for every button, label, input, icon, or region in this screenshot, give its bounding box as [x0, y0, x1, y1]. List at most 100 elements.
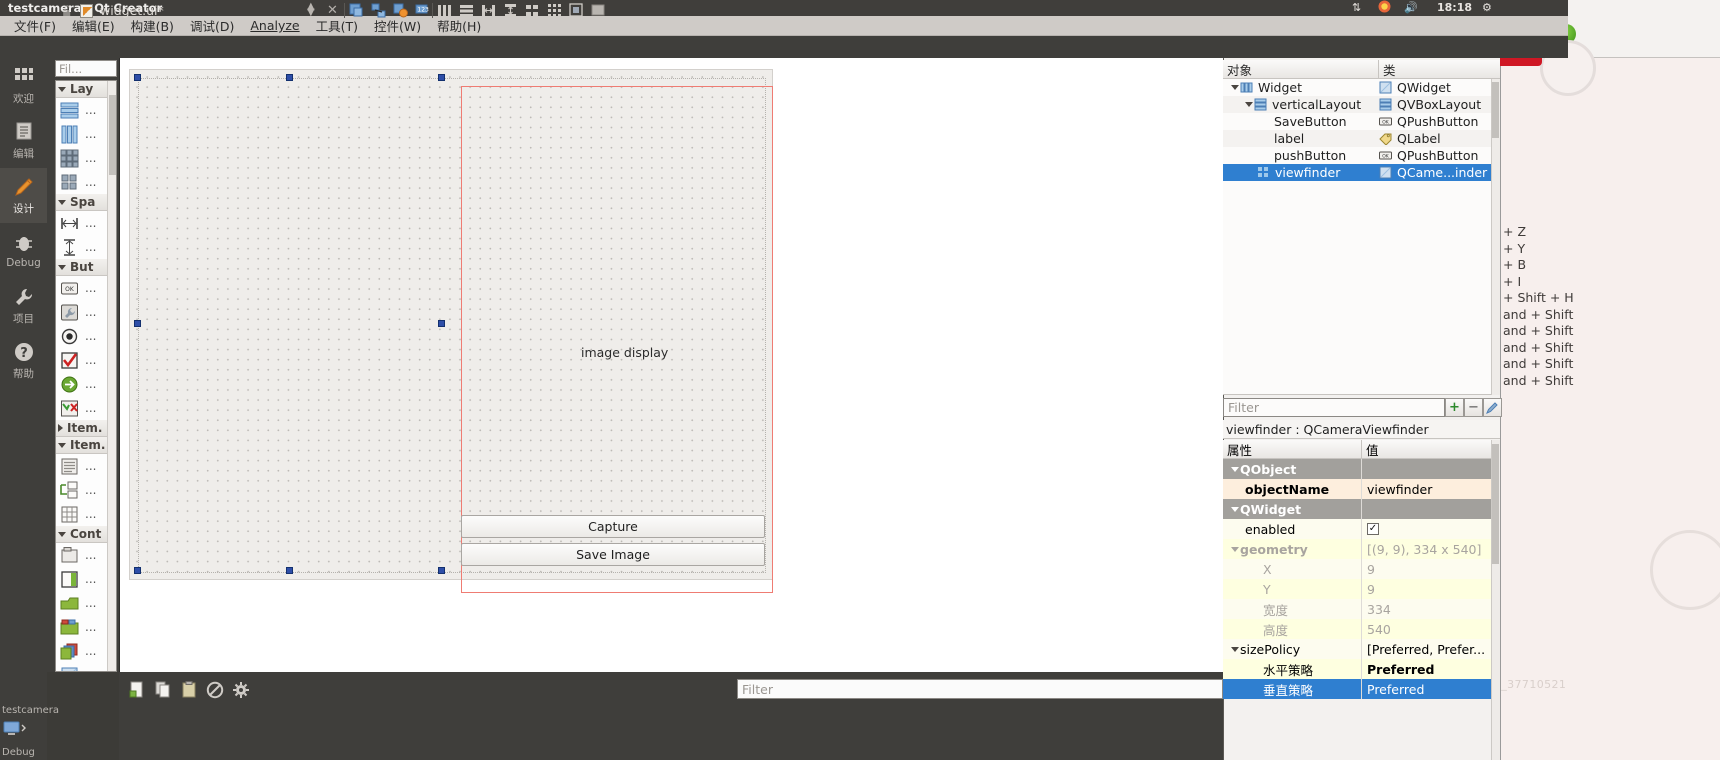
- unlock-icon[interactable]: [62, 5, 73, 17]
- resize-handle[interactable]: [286, 567, 293, 574]
- property-value[interactable]: Preferred: [1367, 682, 1424, 697]
- resize-handle[interactable]: [438, 74, 445, 81]
- property-group-qobject[interactable]: QObject: [1223, 459, 1500, 479]
- add-property-button[interactable]: +: [1445, 398, 1464, 417]
- chevron-down-icon[interactable]: [1229, 85, 1240, 90]
- chevron-down-icon[interactable]: [1229, 546, 1240, 552]
- property-row-sizepolicy[interactable]: sizePolicy [Preferred, Prefer...: [1223, 639, 1500, 659]
- mode-projects[interactable]: 项目: [0, 278, 47, 333]
- menu-edit[interactable]: 编辑(E): [64, 15, 123, 36]
- tree-row-verticallayout[interactable]: verticalLayout QVBoxLayout: [1223, 96, 1500, 113]
- property-value[interactable]: Preferred: [1367, 662, 1434, 677]
- property-row-horizontal-policy[interactable]: 水平策略 Preferred: [1223, 659, 1500, 679]
- mode-help[interactable]: ? 帮助: [0, 333, 47, 388]
- column-header-property[interactable]: 属性: [1223, 440, 1362, 458]
- output-filter-input[interactable]: Filter: [737, 679, 1223, 699]
- image-display-label[interactable]: image display: [581, 345, 668, 360]
- updown-arrows-icon[interactable]: ▲ ▼: [307, 2, 315, 18]
- resize-handle[interactable]: [438, 567, 445, 574]
- no-entry-icon[interactable]: [206, 681, 224, 699]
- project-name-label[interactable]: testcamera: [2, 703, 59, 718]
- property-row-geometry[interactable]: geometry [(9, 9), 334 x 540]: [1223, 539, 1500, 559]
- layout-form-icon[interactable]: [525, 3, 540, 18]
- layout-vertical-icon[interactable]: [459, 3, 474, 18]
- run-config-label[interactable]: Debug: [2, 745, 47, 760]
- clock-label[interactable]: 18:18: [1437, 1, 1472, 14]
- save-image-button[interactable]: Save Image: [461, 543, 765, 566]
- widgetbox-scrollbar[interactable]: [107, 81, 116, 671]
- gear-icon[interactable]: [232, 681, 250, 699]
- property-row-vertical-policy[interactable]: 垂直策略 Preferred: [1223, 679, 1500, 699]
- resize-handle[interactable]: [134, 320, 141, 327]
- property-value[interactable]: 334: [1367, 602, 1391, 617]
- property-value[interactable]: viewfinder: [1367, 482, 1432, 497]
- property-row-x[interactable]: X 9: [1223, 559, 1500, 579]
- property-value[interactable]: 9: [1367, 582, 1375, 597]
- menu-file[interactable]: 文件(F): [6, 15, 64, 36]
- new-file-icon[interactable]: [128, 681, 146, 699]
- edit-widgets-icon[interactable]: [349, 3, 364, 18]
- property-row-objectname[interactable]: objectName viewfinder: [1223, 479, 1500, 499]
- kit-icon-row[interactable]: [2, 718, 47, 745]
- mode-edit[interactable]: 编辑: [0, 113, 47, 168]
- menu-analyze[interactable]: Analyze: [242, 17, 307, 34]
- property-value[interactable]: [Preferred, Prefer...: [1367, 642, 1485, 657]
- preview-icon[interactable]: [591, 3, 606, 18]
- enabled-checkbox[interactable]: ✓: [1367, 523, 1379, 535]
- menu-tools[interactable]: 工具(T): [308, 15, 366, 36]
- edit-tab-order-icon[interactable]: 123: [415, 3, 430, 18]
- capture-button[interactable]: Capture: [461, 515, 765, 538]
- form-widget[interactable]: [129, 69, 773, 593]
- object-tree[interactable]: Widget QWidget verticalLayout QVBoxLayou…: [1223, 79, 1500, 395]
- widgetbox-list[interactable]: Lay ... ... ... ... Spa ... ... But OK .…: [55, 80, 117, 672]
- remove-property-button[interactable]: −: [1464, 398, 1483, 417]
- volume-icon[interactable]: 🔊: [1404, 1, 1418, 14]
- tree-row-pushbutton[interactable]: pushButton OK QPushButton: [1223, 147, 1500, 164]
- chevron-down-icon[interactable]: [1243, 102, 1254, 107]
- property-row-enabled[interactable]: enabled ✓: [1223, 519, 1500, 539]
- property-value[interactable]: 540: [1367, 622, 1391, 637]
- layout-grid-icon[interactable]: [547, 3, 562, 18]
- mode-welcome[interactable]: 欢迎: [0, 58, 47, 113]
- close-icon[interactable]: ✕: [327, 3, 338, 18]
- mode-debug[interactable]: Debug: [0, 223, 47, 278]
- paste-icon[interactable]: [180, 681, 198, 699]
- scrollbar-thumb[interactable]: [109, 95, 116, 175]
- update-icon[interactable]: [1378, 0, 1391, 16]
- column-header-value[interactable]: 值: [1362, 440, 1500, 458]
- property-group-qwidget[interactable]: QWidget: [1223, 499, 1500, 519]
- layout-splitter-v-icon[interactable]: [503, 3, 518, 18]
- widgetbox-filter-input[interactable]: Fil...: [55, 60, 117, 77]
- chevron-down-icon[interactable]: [1229, 506, 1240, 512]
- configure-icon[interactable]: [1483, 398, 1502, 417]
- property-table[interactable]: QObject objectName viewfinder QWidget en…: [1223, 459, 1500, 760]
- mode-design[interactable]: 设计: [0, 168, 47, 223]
- adjust-size-icon[interactable]: [569, 3, 584, 18]
- resize-handle[interactable]: [286, 74, 293, 81]
- resize-handle[interactable]: [134, 74, 141, 81]
- tree-row-label[interactable]: label QLabel: [1223, 130, 1500, 147]
- property-value[interactable]: [(9, 9), 334 x 540]: [1367, 542, 1481, 557]
- property-row-width[interactable]: 宽度 334: [1223, 599, 1500, 619]
- property-value[interactable]: 9: [1367, 562, 1375, 577]
- column-header-class[interactable]: 类: [1379, 60, 1500, 78]
- resize-handle[interactable]: [134, 567, 141, 574]
- network-icon[interactable]: ⇅: [1352, 1, 1361, 14]
- scrollbar-thumb[interactable]: [1492, 82, 1499, 138]
- scrollbar-thumb[interactable]: [1492, 444, 1499, 564]
- tree-row-savebutton[interactable]: SaveButton OK QPushButton: [1223, 113, 1500, 130]
- menu-debug[interactable]: 调试(D): [182, 15, 242, 36]
- chevron-down-icon[interactable]: [1229, 466, 1240, 472]
- menu-widgets[interactable]: 控件(W): [366, 15, 429, 36]
- property-row-height[interactable]: 高度 540: [1223, 619, 1500, 639]
- layout-horizontal-icon[interactable]: [437, 3, 452, 18]
- column-header-object[interactable]: 对象: [1223, 60, 1379, 78]
- copy-icon[interactable]: [154, 681, 172, 699]
- tree-row-widget[interactable]: Widget QWidget: [1223, 79, 1500, 96]
- menu-help[interactable]: 帮助(H): [429, 15, 489, 36]
- open-file-name[interactable]: widget.ui*: [100, 3, 164, 18]
- chevron-down-icon[interactable]: [1229, 646, 1240, 652]
- resize-handle[interactable]: [438, 320, 445, 327]
- layout-splitter-h-icon[interactable]: [481, 3, 496, 18]
- edit-buddies-icon[interactable]: [393, 3, 408, 18]
